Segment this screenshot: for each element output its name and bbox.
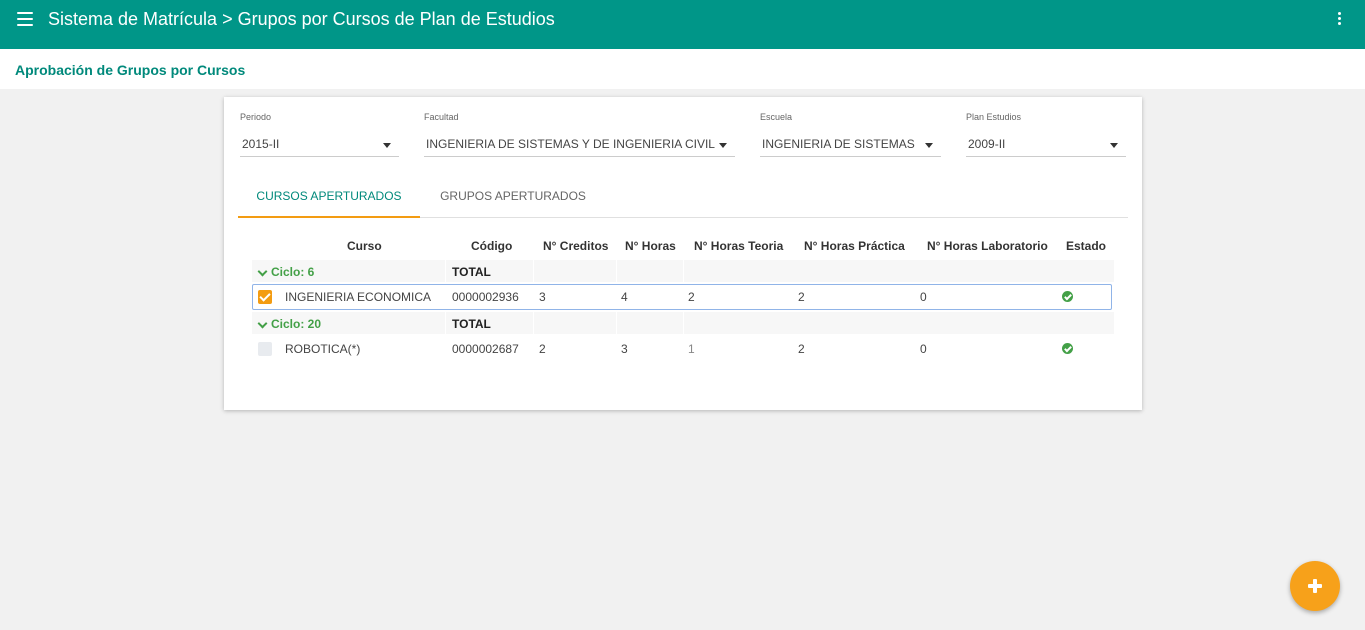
plus-icon xyxy=(1308,579,1322,593)
escuela-value: INGENIERIA DE SISTEMAS xyxy=(762,137,915,151)
status-ok-icon xyxy=(1062,343,1073,354)
escuela-label: Escuela xyxy=(760,112,793,122)
facultad-field: Facultad INGENIERIA DE SISTEMAS Y DE ING… xyxy=(424,112,735,157)
cell-codigo: 0000002936 xyxy=(452,290,519,304)
periodo-label: Periodo xyxy=(240,112,272,122)
courses-table: Curso Código N° Creditos N° Horas N° Hor… xyxy=(252,234,1114,364)
main-card: Periodo 2015-II Facultad INGENIERIA DE S… xyxy=(224,97,1142,410)
facultad-value: INGENIERIA DE SISTEMAS Y DE INGENIERIA C… xyxy=(426,137,715,151)
cell-horas-teoria: 1 xyxy=(688,342,695,356)
cell-codigo: 0000002687 xyxy=(452,342,519,356)
app-title: Sistema de Matrícula > Grupos por Cursos… xyxy=(48,9,555,29)
page-title: Aprobación de Grupos por Cursos xyxy=(15,62,246,78)
column-header-codigo[interactable]: Código xyxy=(471,239,512,253)
group-label[interactable]: Ciclo: 20 xyxy=(257,317,321,331)
plan-estudios-label: Plan Estudios xyxy=(966,112,1022,122)
group-total-label: TOTAL xyxy=(452,317,491,331)
cell-horas-laboratorio: 0 xyxy=(920,290,927,304)
top-app-bar: Sistema de Matrícula > Grupos por Cursos… xyxy=(0,0,1365,49)
cell-creditos: 2 xyxy=(539,342,546,356)
add-button[interactable] xyxy=(1290,561,1340,611)
chevron-down-icon xyxy=(257,266,268,277)
table-row[interactable]: ROBOTICA(*) 0000002687 2 3 1 2 0 xyxy=(252,334,1114,364)
periodo-select[interactable]: 2015-II xyxy=(240,134,399,157)
periodo-value: 2015-II xyxy=(242,137,280,151)
cell-horas-practica: 2 xyxy=(798,290,805,304)
more-options-icon[interactable] xyxy=(1336,12,1342,28)
page-header: Aprobación de Grupos por Cursos xyxy=(0,49,1365,89)
tab-grupos-aperturados[interactable]: GRUPOS APERTURADOS xyxy=(430,181,596,217)
facultad-label: Facultad xyxy=(424,112,459,122)
tab-bar: CURSOS APERTURADOS GRUPOS APERTURADOS xyxy=(238,181,1128,218)
group-total-label: TOTAL xyxy=(452,265,491,279)
column-header-curso[interactable]: Curso xyxy=(347,239,382,253)
group-header-row[interactable]: Ciclo: 6 TOTAL xyxy=(252,260,1114,282)
table-header: Curso Código N° Creditos N° Horas N° Hor… xyxy=(252,234,1114,260)
cell-horas-teoria: 2 xyxy=(688,290,695,304)
cell-horas: 4 xyxy=(621,290,628,304)
chevron-down-icon xyxy=(257,318,268,329)
tab-cursos-aperturados[interactable]: CURSOS APERTURADOS xyxy=(238,181,420,218)
cell-creditos: 3 xyxy=(539,290,546,304)
hamburger-menu-icon[interactable] xyxy=(17,12,33,26)
column-header-creditos[interactable]: N° Creditos xyxy=(543,239,608,253)
column-header-estado[interactable]: Estado xyxy=(1066,239,1106,253)
column-header-horas[interactable]: N° Horas xyxy=(625,239,676,253)
group-label-text: Ciclo: 6 xyxy=(271,265,315,279)
column-header-horas-practica[interactable]: N° Horas Práctica xyxy=(804,239,905,253)
row-checkbox[interactable] xyxy=(258,342,272,356)
status-ok-icon xyxy=(1062,291,1073,302)
group-label-text: Ciclo: 20 xyxy=(271,317,322,331)
escuela-select[interactable]: INGENIERIA DE SISTEMAS xyxy=(760,134,941,157)
caret-down-icon xyxy=(719,143,727,148)
plan-estudios-field: Plan Estudios 2009-II xyxy=(966,112,1126,157)
plan-estudios-value: 2009-II xyxy=(968,137,1006,151)
periodo-field: Periodo 2015-II xyxy=(240,112,399,157)
column-header-horas-laboratorio[interactable]: N° Horas Laboratorio xyxy=(927,239,1048,253)
group-header-row[interactable]: Ciclo: 20 TOTAL xyxy=(252,312,1114,334)
facultad-select[interactable]: INGENIERIA DE SISTEMAS Y DE INGENIERIA C… xyxy=(424,134,735,157)
cell-curso: INGENIERIA ECONOMICA xyxy=(285,290,432,304)
cell-curso: ROBOTICA(*) xyxy=(285,342,361,356)
caret-down-icon xyxy=(383,143,391,148)
plan-estudios-select[interactable]: 2009-II xyxy=(966,134,1126,157)
row-checkbox[interactable] xyxy=(258,290,272,304)
caret-down-icon xyxy=(925,143,933,148)
group-label[interactable]: Ciclo: 6 xyxy=(257,265,314,279)
escuela-field: Escuela INGENIERIA DE SISTEMAS xyxy=(760,112,941,157)
column-header-horas-teoria[interactable]: N° Horas Teoria xyxy=(694,239,783,253)
cell-horas-laboratorio: 0 xyxy=(920,342,927,356)
cell-horas: 3 xyxy=(621,342,628,356)
caret-down-icon xyxy=(1110,143,1118,148)
cell-horas-practica: 2 xyxy=(798,342,805,356)
table-row[interactable]: INGENIERIA ECONOMICA 0000002936 3 4 2 2 … xyxy=(252,282,1114,312)
